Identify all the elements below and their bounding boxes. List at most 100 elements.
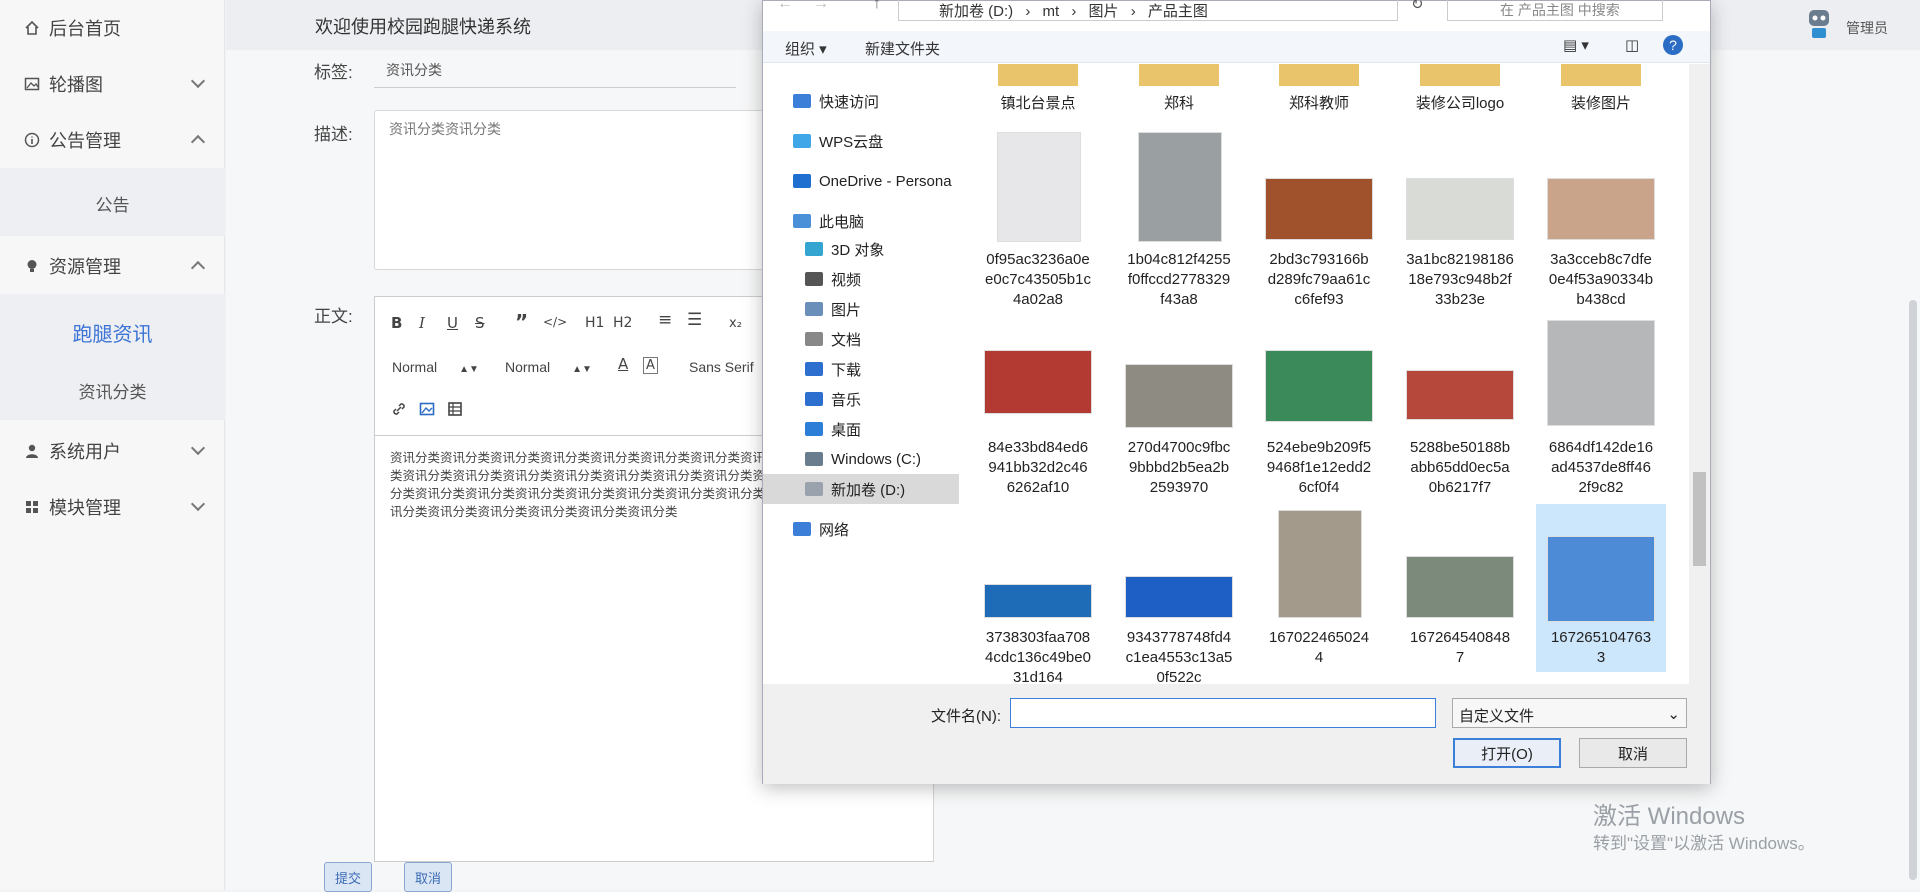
- sidebar-item-home[interactable]: 后台首页: [0, 0, 225, 56]
- file-name: 33b23e: [1434, 291, 1486, 308]
- file-item[interactable]: 3a1bc82198186 18e793c948b2f 33b23e: [1395, 126, 1525, 308]
- nav-item[interactable]: 新加卷 (D:): [763, 474, 959, 504]
- activation-watermark-hint: 转到"设置"以激活 Windows。: [1593, 834, 1815, 853]
- command-bar: 组织 ▾ 新建文件夹 ▤ ▾ ◫ ?: [763, 31, 1710, 63]
- file-item[interactable]: 1b04c812f4255 f0ffccd2778329 f43a8: [1114, 126, 1244, 308]
- avatar[interactable]: [1806, 7, 1832, 41]
- file-item[interactable]: 2bd3c793166b d289fc79aa61c c6fef93: [1254, 126, 1384, 308]
- sidebar-item-errand-news[interactable]: 跑腿资讯: [0, 318, 225, 347]
- font-select[interactable]: Sans Serif: [689, 359, 754, 375]
- info-icon: [24, 132, 40, 148]
- bold-button[interactable]: B: [391, 314, 402, 332]
- code-icon[interactable]: </>: [543, 315, 567, 329]
- sidebar-item-notice-mgmt[interactable]: 公告管理: [0, 112, 225, 168]
- file-name: 6262af10: [1006, 479, 1070, 496]
- folder-icon: [805, 242, 823, 256]
- folder-icon: [805, 452, 823, 466]
- new-folder-button[interactable]: 新建文件夹: [865, 38, 940, 59]
- folder-item[interactable]: 镇北台景点: [973, 64, 1103, 122]
- image-icon[interactable]: [419, 401, 435, 421]
- address-bar[interactable]: 新加卷 (D:) › mt › 图片 › 产品主图: [898, 0, 1398, 21]
- quote-icon[interactable]: ”: [515, 310, 528, 334]
- italic-button[interactable]: I: [419, 314, 425, 332]
- forward-arrow-icon[interactable]: →: [813, 0, 829, 13]
- sidebar-item-system-users[interactable]: 系统用户: [0, 423, 225, 479]
- sidebar-item-module-mgmt[interactable]: 模块管理: [0, 479, 225, 535]
- nav-item[interactable]: 音乐: [763, 384, 959, 414]
- file-item[interactable]: 167264540848 7: [1395, 504, 1525, 672]
- nav-item[interactable]: 视频: [763, 264, 959, 294]
- scroll-thumb[interactable]: [1693, 472, 1706, 566]
- nav-item[interactable]: 下载: [763, 354, 959, 384]
- help-icon[interactable]: ?: [1663, 35, 1683, 55]
- nav-item[interactable]: 桌面: [763, 414, 959, 444]
- back-arrow-icon[interactable]: ←: [777, 0, 793, 13]
- file-item[interactable]: 6864df142de16 ad4537de8ff46 2f9c82: [1536, 314, 1666, 496]
- organize-button[interactable]: 组织 ▾: [785, 38, 827, 59]
- nav-item[interactable]: 3D 对象: [763, 234, 959, 264]
- subscript-button[interactable]: x₂: [729, 316, 742, 331]
- link-icon[interactable]: [391, 401, 407, 421]
- page-scrollbar[interactable]: [1909, 300, 1917, 880]
- underline-button[interactable]: U: [447, 314, 458, 332]
- preview-pane-icon[interactable]: ◫: [1625, 36, 1639, 54]
- sidebar-item-notice[interactable]: 公告: [0, 191, 225, 216]
- user-name[interactable]: 管理员: [1846, 18, 1888, 38]
- ordered-list-icon[interactable]: ≡: [658, 310, 672, 330]
- file-item[interactable]: 167022465024 4: [1254, 504, 1384, 672]
- nav-item[interactable]: Windows (C:): [763, 444, 959, 474]
- file-item[interactable]: 0f95ac3236a0e e0c7c43505b1c 4a02a8: [973, 126, 1103, 308]
- size-select[interactable]: Normal ▲▼: [392, 359, 479, 375]
- folder-item[interactable]: 装修图片: [1536, 64, 1666, 122]
- file-item[interactable]: 9343778748fd4 c1ea4553c13a5 0f522c: [1114, 504, 1244, 684]
- dialog-cancel-button[interactable]: 取消: [1579, 738, 1687, 768]
- nav-item-label: 下载: [831, 361, 862, 379]
- file-item[interactable]: 3738303faa708 4cdc136c49be0 31d164: [973, 504, 1103, 684]
- video-icon[interactable]: [447, 401, 463, 421]
- file-item[interactable]: 524ebe9b209f5 9468f1e12edd2 6cf0f4: [1254, 314, 1384, 496]
- nav-item[interactable]: 图片: [763, 294, 959, 324]
- image-thumbnail: [1406, 556, 1514, 618]
- nav-item[interactable]: 文档: [763, 324, 959, 354]
- image-thumbnail: [1406, 178, 1514, 240]
- sidebar-item-carousel[interactable]: 轮播图: [0, 56, 225, 112]
- submit-button[interactable]: 提交: [324, 862, 373, 892]
- header2-button[interactable]: H2: [613, 315, 632, 331]
- file-item[interactable]: 270d4700c9fbc 9bbbd2b5ea2b 2593970: [1114, 314, 1244, 496]
- tag-input[interactable]: [374, 52, 736, 88]
- text-color-icon[interactable]: A: [618, 355, 628, 373]
- nav-item[interactable]: WPS云盘: [763, 126, 959, 156]
- filename-input[interactable]: [1010, 698, 1436, 728]
- highlight-icon[interactable]: A: [643, 357, 658, 374]
- file-name: 2f9c82: [1578, 479, 1624, 496]
- open-button[interactable]: 打开(O): [1453, 738, 1561, 768]
- bullet-list-icon[interactable]: ☰: [687, 310, 702, 330]
- file-item[interactable]: 5288be50188b abb65dd0ec5a 0b6217f7: [1395, 314, 1525, 496]
- sidebar-item-news-category[interactable]: 资讯分类: [0, 378, 225, 403]
- file-item[interactable]: 84e33bd84ed6 941bb32d2c46 6262af10: [973, 314, 1103, 496]
- folder-icon: [805, 362, 823, 376]
- nav-item[interactable]: 快速访问: [763, 86, 959, 116]
- folder-item[interactable]: 郑科教师: [1254, 64, 1384, 122]
- filetype-select[interactable]: 自定义文件 ⌄: [1452, 698, 1687, 728]
- folder-item[interactable]: 装修公司logo: [1395, 64, 1525, 122]
- bulb-icon: [24, 258, 40, 274]
- file-item[interactable]: 3a3cceb8c7dfe 0e4f53a90334b b438cd: [1536, 126, 1666, 308]
- nav-item[interactable]: 网络: [763, 514, 959, 544]
- refresh-icon[interactable]: ↻: [1411, 0, 1424, 13]
- header1-button[interactable]: H1: [585, 315, 604, 331]
- file-name: 装修图片: [1570, 95, 1631, 112]
- cancel-button[interactable]: 取消: [404, 862, 453, 892]
- file-scrollbar[interactable]: [1689, 64, 1710, 684]
- nav-item[interactable]: OneDrive - Persona: [763, 166, 959, 196]
- search-input[interactable]: 在 产品主图 中搜索: [1447, 0, 1663, 21]
- up-arrow-icon[interactable]: ↑: [873, 0, 881, 13]
- folder-item[interactable]: 郑科: [1114, 64, 1244, 122]
- heading-select[interactable]: Normal ▲▼: [505, 359, 592, 375]
- sidebar-item-resource-mgmt[interactable]: 资源管理: [0, 238, 225, 294]
- strike-button[interactable]: S: [475, 314, 485, 332]
- nav-item[interactable]: 此电脑: [763, 206, 959, 236]
- file-item[interactable]: 167265104763 3: [1536, 504, 1666, 672]
- home-icon: [24, 20, 40, 36]
- view-options-icon[interactable]: ▤ ▾: [1563, 36, 1589, 54]
